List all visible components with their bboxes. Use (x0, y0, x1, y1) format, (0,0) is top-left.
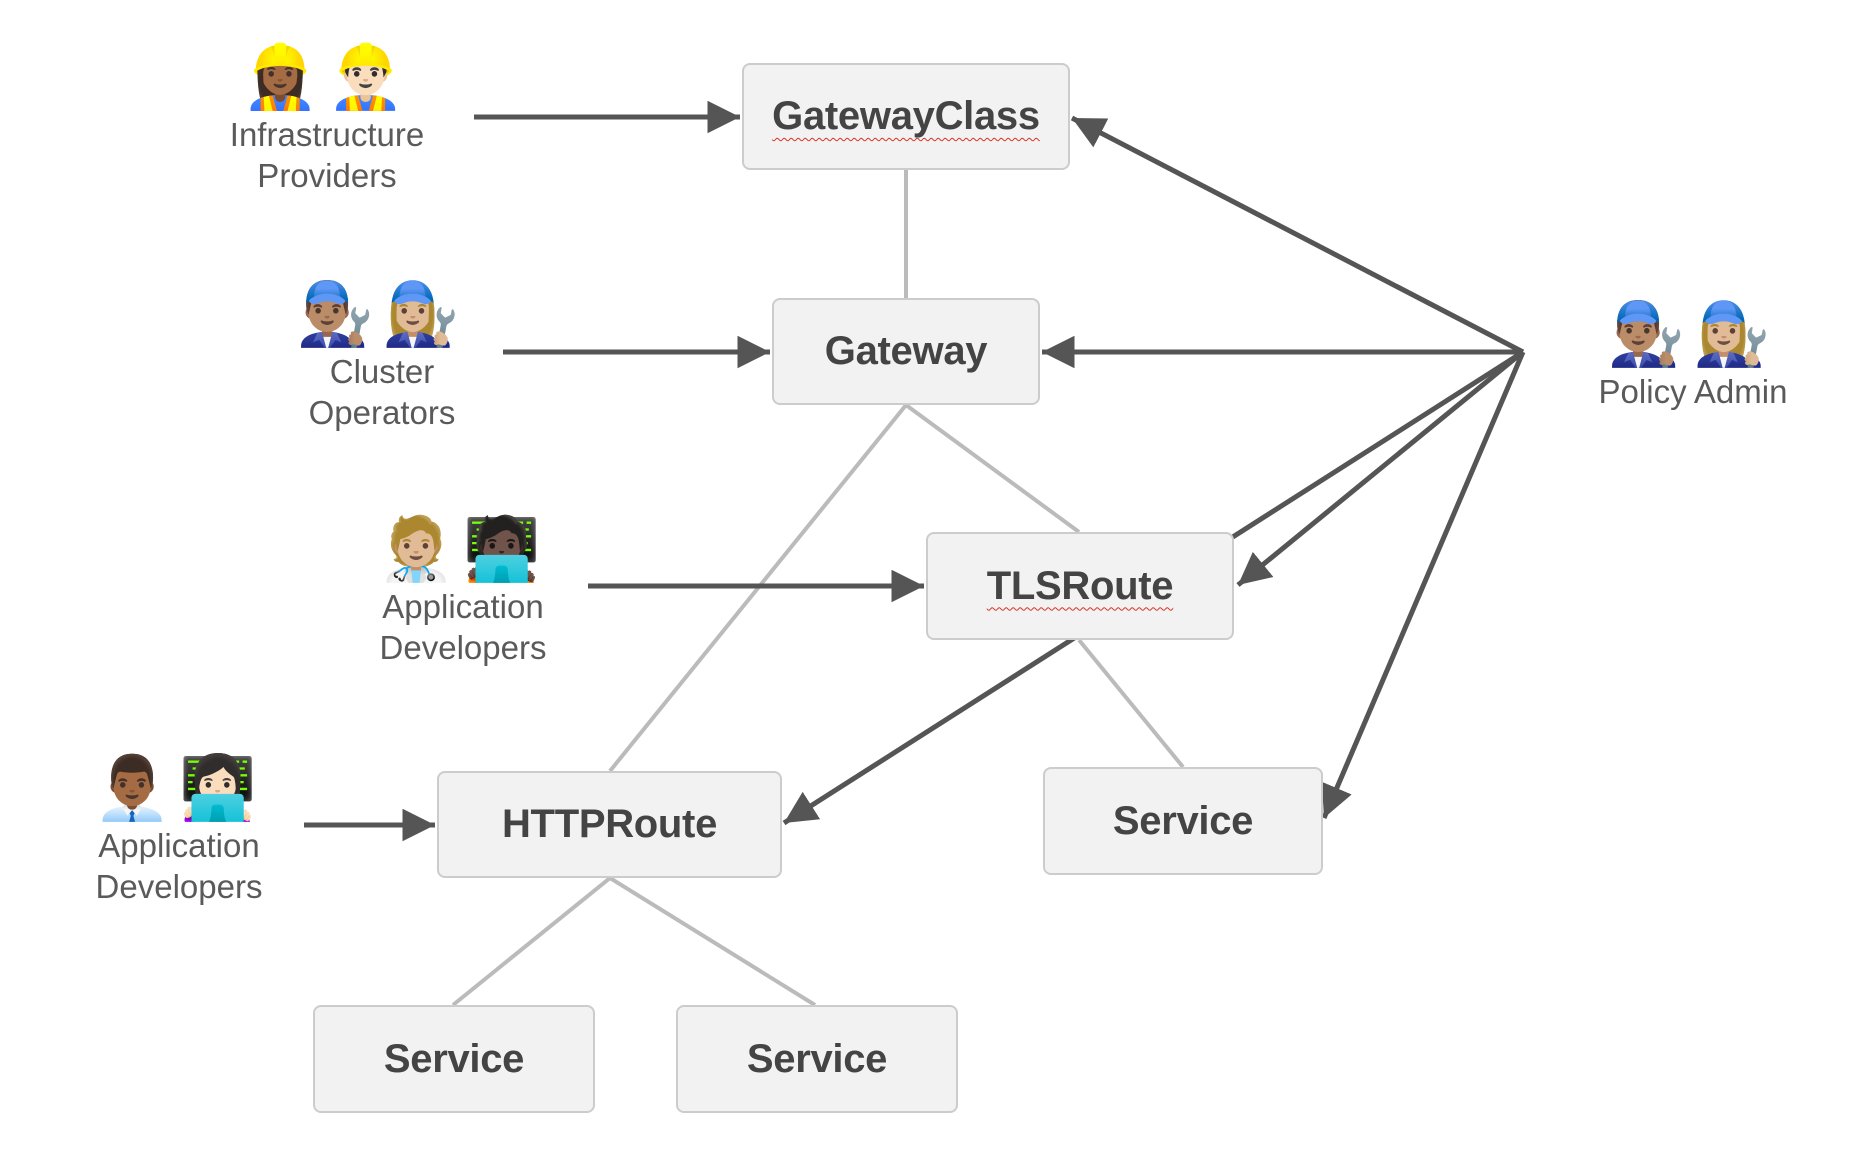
arrow-policy-admin-to-tlsroute (1236, 350, 1525, 587)
persona-label-line2: Providers (257, 157, 397, 194)
node-gatewayclass[interactable]: GatewayClass (742, 63, 1070, 170)
persona-application-developers-http: 👨🏾‍💼👩🏻‍💻 Application Developers (94, 751, 264, 907)
construction-workers-icon: 👷🏾‍♀️👷🏻‍♂️ (241, 40, 413, 113)
persona-policy-admin: 👨🏽‍🔧👩🏼‍🔧 Policy Admin (1599, 297, 1788, 412)
node-service-tls[interactable]: Service (1043, 767, 1323, 875)
connector-gateway-tlsroute (904, 403, 1081, 534)
mechanics-icon: 👨🏽‍🔧👩🏼‍🔧 (1607, 297, 1779, 370)
persona-label-line1: Infrastructure (229, 116, 425, 153)
node-service-tls-label: Service (1112, 798, 1254, 843)
node-service-http-2-label: Service (746, 1036, 888, 1081)
node-tlsroute-label: TLSRoute (986, 563, 1174, 608)
node-service-http-2[interactable]: Service (676, 1005, 958, 1113)
node-tlsroute[interactable]: TLSRoute (926, 532, 1234, 640)
persona-cluster-operators: 👨🏽‍🔧👩🏼‍🔧 Cluster Operators (297, 277, 467, 433)
node-service-http-1-label: Service (383, 1036, 525, 1081)
connector-httproute-service-2 (608, 876, 817, 1007)
persona-label-line2: Operators (308, 394, 456, 431)
node-httproute[interactable]: HTTPRoute (437, 771, 782, 878)
node-gateway[interactable]: Gateway (772, 298, 1040, 405)
arrow-policy-admin-to-service (1321, 351, 1526, 819)
connector-httproute-service-1 (451, 876, 612, 1007)
persona-label-line1: Cluster (329, 353, 435, 390)
persona-application-developers-tls: 🧑🏼‍⚕️🧑🏿‍💻 Application Developers (378, 512, 548, 668)
arrow-policy-admin-to-gatewayclass (1070, 115, 1525, 355)
persona-label: Policy Admin (1598, 373, 1788, 410)
persona-label-line1: Application (98, 827, 260, 864)
persona-label-line2: Developers (379, 629, 547, 666)
developers-icon: 🧑🏼‍⚕️🧑🏿‍💻 (377, 512, 549, 585)
node-gatewayclass-label: GatewayClass (772, 94, 1040, 138)
node-service-http-1[interactable]: Service (313, 1005, 595, 1113)
mechanics-icon: 👨🏽‍🔧👩🏼‍🔧 (296, 277, 468, 350)
connector-tlsroute-service (1077, 638, 1185, 769)
node-gateway-label: Gateway (824, 329, 988, 373)
persona-label-line1: Application (382, 588, 544, 625)
persona-label-line2: Developers (95, 868, 263, 905)
node-httproute-label: HTTPRoute (501, 802, 718, 846)
developers-icon: 👨🏾‍💼👩🏻‍💻 (93, 751, 265, 824)
persona-infrastructure-providers: 👷🏾‍♀️👷🏻‍♂️ Infrastructure Providers (230, 40, 424, 196)
